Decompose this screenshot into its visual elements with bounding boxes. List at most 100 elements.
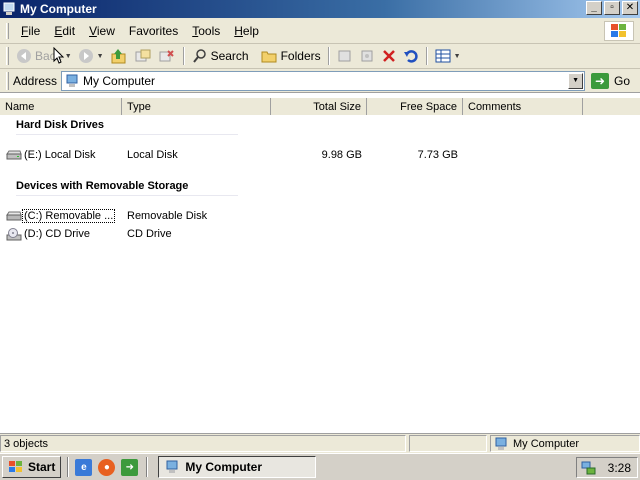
item-name: (E:) Local Disk xyxy=(24,149,96,161)
address-bar: Address My Computer ▼ ➜ Go xyxy=(0,69,640,93)
cd-drive-icon xyxy=(6,228,22,245)
menu-view[interactable]: View xyxy=(83,22,121,40)
column-name[interactable]: Name xyxy=(0,98,122,115)
taskbar: Start e ● ➜ My Computer 3:28 xyxy=(0,453,640,480)
menubar-grip[interactable] xyxy=(6,22,9,39)
menu-view-accel: V xyxy=(89,23,97,38)
undo-button[interactable] xyxy=(400,45,422,67)
file-list[interactable]: Hard Disk Drives (E:) Local Disk Local D… xyxy=(0,115,640,433)
menu-favorites[interactable]: Favorites xyxy=(123,22,184,40)
column-type-label: Type xyxy=(127,100,151,113)
toolbar-separator xyxy=(327,47,330,65)
copy-button[interactable] xyxy=(356,45,378,67)
list-item[interactable]: (D:) CD Drive CD Drive xyxy=(0,226,640,244)
menu-file[interactable]: File xyxy=(15,22,46,40)
address-value: My Computer xyxy=(83,73,156,88)
windows-logo-icon xyxy=(604,21,634,41)
forward-dropdown-icon[interactable]: ▼ xyxy=(97,53,104,60)
my-computer-task-icon xyxy=(166,460,178,473)
close-button[interactable]: ✕ xyxy=(622,1,638,15)
column-free-space-label: Free Space xyxy=(400,100,457,113)
views-grid-icon xyxy=(435,49,451,63)
windows-flag-icon xyxy=(9,461,22,472)
item-type: Removable Disk xyxy=(127,210,208,222)
minimize-button[interactable]: _ xyxy=(586,1,602,15)
standard-toolbar: Back ▼ ▼ Search Folders ▼ xyxy=(0,44,640,69)
address-label: Address xyxy=(13,73,58,88)
menu-bar: File Edit View Favorites Tools Help xyxy=(0,18,640,44)
menu-tools[interactable]: Tools xyxy=(186,22,226,40)
column-free-space[interactable]: Free Space xyxy=(367,98,463,115)
forward-button[interactable]: ▼ xyxy=(75,45,107,67)
address-dropdown-button[interactable]: ▼ xyxy=(568,72,584,89)
start-button[interactable]: Start xyxy=(2,456,62,478)
clock[interactable]: 3:28 xyxy=(608,461,631,475)
list-item[interactable]: (E:) Local Disk Local Disk 9.98 GB 7.73 … xyxy=(0,147,640,165)
go-arrow-icon: ➜ xyxy=(591,72,610,89)
system-tray: 3:28 xyxy=(576,457,638,478)
item-type: Local Disk xyxy=(127,149,178,161)
status-location-text: My Computer xyxy=(513,437,580,450)
address-input[interactable]: My Computer ▼ xyxy=(61,70,586,91)
go-button[interactable]: ➜ Go xyxy=(591,72,631,89)
menu-help-rest: elp xyxy=(242,23,259,38)
folders-button[interactable]: Folders xyxy=(258,45,324,67)
search-label: Search xyxy=(210,49,249,63)
up-folder-button[interactable] xyxy=(107,45,131,67)
removable-drive-icon xyxy=(6,210,22,225)
views-button[interactable]: ▼ xyxy=(432,45,464,67)
up-folder-icon xyxy=(111,49,126,64)
delete-x-icon xyxy=(382,50,395,62)
menu-edit[interactable]: Edit xyxy=(48,22,81,40)
back-dropdown-icon[interactable]: ▼ xyxy=(65,53,72,60)
group-header-removable-storage: Devices with Removable Storage xyxy=(16,180,238,196)
ie-quicklaunch-icon[interactable]: e xyxy=(75,458,93,476)
move-button[interactable] xyxy=(334,45,356,67)
back-button[interactable]: Back ▼ xyxy=(13,45,75,67)
group-header-hard-disk-drives: Hard Disk Drives xyxy=(16,119,238,135)
item-type: CD Drive xyxy=(127,228,172,240)
copy-to-icon xyxy=(135,49,151,62)
taskbar-separator xyxy=(146,457,149,477)
toolbar-separator xyxy=(425,47,428,65)
status-objects-text: 3 objects xyxy=(4,437,49,450)
column-comments[interactable]: Comments xyxy=(463,98,583,115)
window-title: My Computer xyxy=(20,2,97,16)
delete-button[interactable] xyxy=(378,45,400,67)
item-free-space: 7.73 GB xyxy=(417,149,458,161)
column-headers: Name Type Total Size Free Space Comments xyxy=(0,98,640,115)
menu-view-rest: iew xyxy=(96,23,115,38)
taskbar-my-computer-button[interactable]: My Computer xyxy=(158,456,317,478)
arrow-quicklaunch-icon[interactable]: ➜ xyxy=(121,458,139,476)
my-computer-small-icon xyxy=(66,74,78,87)
title-bar[interactable]: My Computer _ ▫ ✕ xyxy=(0,0,640,18)
my-computer-status-icon xyxy=(495,437,507,450)
menu-help-accel: H xyxy=(234,23,243,38)
menu-help[interactable]: Help xyxy=(228,22,265,40)
list-item[interactable]: (C:) Removable ... Removable Disk xyxy=(0,208,640,226)
copy-to-button[interactable] xyxy=(131,45,155,67)
column-total-size-label: Total Size xyxy=(313,100,361,113)
browser-quicklaunch-icon[interactable]: ● xyxy=(98,458,116,476)
status-object-count: 3 objects xyxy=(0,435,406,452)
column-name-label: Name xyxy=(5,100,35,113)
views-dropdown-icon[interactable]: ▼ xyxy=(454,53,461,60)
taskbar-separator xyxy=(67,457,70,477)
hard-drive-icon xyxy=(6,149,22,164)
move-to-icon xyxy=(159,50,174,62)
network-tray-icon[interactable] xyxy=(581,460,597,476)
restore-button[interactable]: ▫ xyxy=(604,1,620,15)
start-label: Start xyxy=(28,460,56,474)
toolbar-grip[interactable] xyxy=(6,47,9,65)
addressbar-grip[interactable] xyxy=(6,71,9,90)
column-total-size[interactable]: Total Size xyxy=(271,98,367,115)
move-to-button[interactable] xyxy=(155,45,179,67)
folders-icon xyxy=(261,51,277,63)
search-button[interactable]: Search xyxy=(189,45,252,67)
go-label: Go xyxy=(614,73,631,88)
item-name: (C:) Removable ... xyxy=(22,209,116,223)
status-empty-pane xyxy=(409,435,487,452)
column-type[interactable]: Type xyxy=(122,98,271,115)
search-icon xyxy=(192,49,206,63)
mouse-pointer-icon xyxy=(53,47,65,64)
